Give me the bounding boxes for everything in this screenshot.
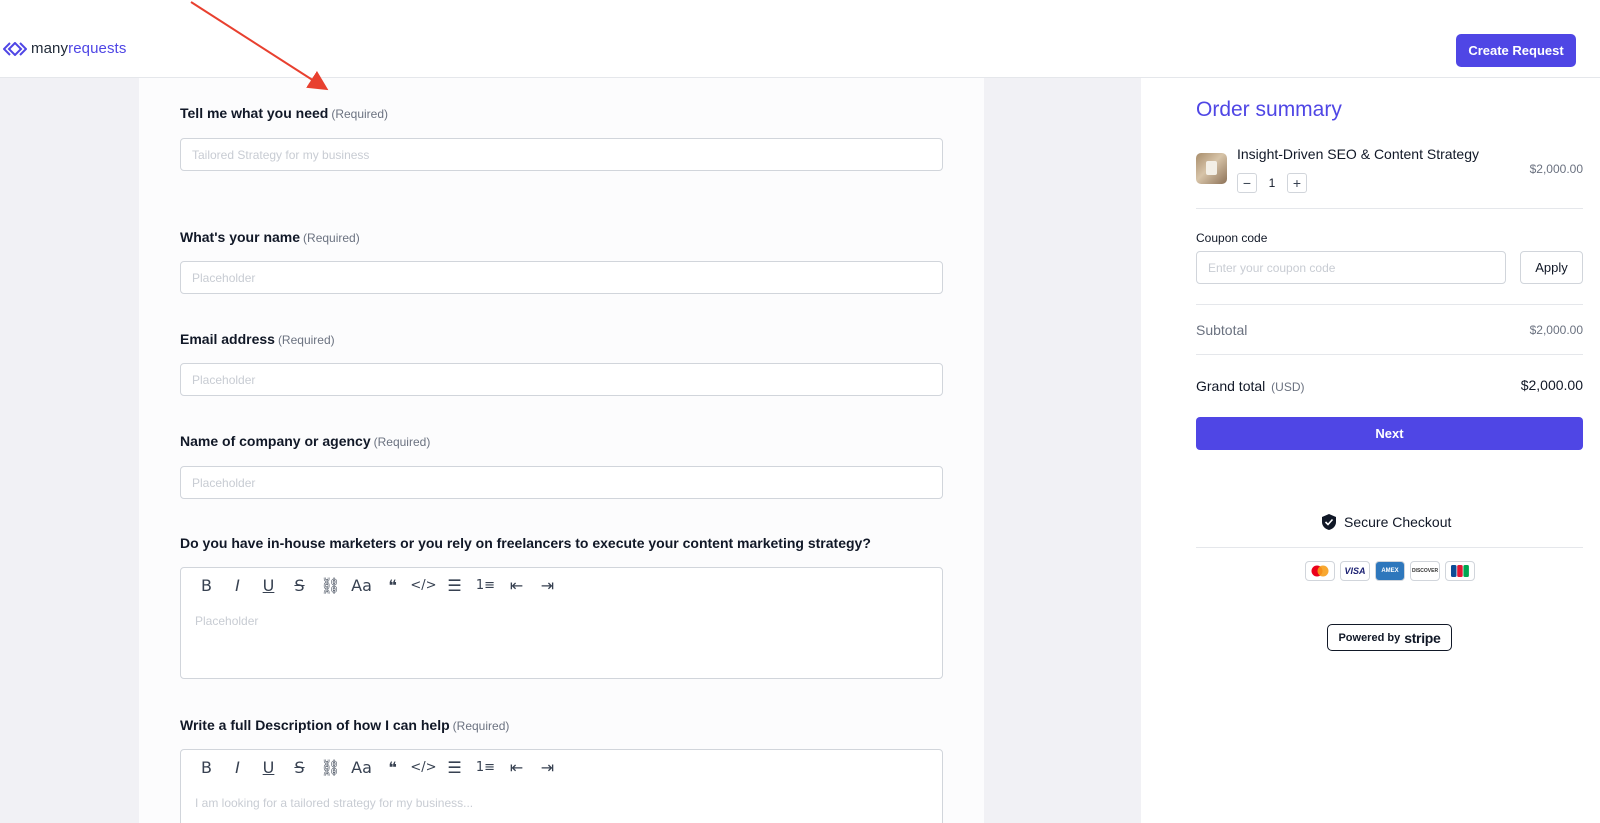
product-thumbnail <box>1196 153 1227 184</box>
logo-text: manyrequests <box>31 40 126 57</box>
jcb-icon <box>1445 561 1475 581</box>
editor-body[interactable]: Placeholder <box>181 602 942 640</box>
required-tag: (Required) <box>331 107 389 121</box>
marketers-editor[interactable]: B I U S ⛓ Aa ❝ </> ☰ 1≡ ⇤ ⇥ Placeholder <box>180 567 943 679</box>
need-input[interactable] <box>180 138 943 171</box>
coupon-label: Coupon code <box>1196 231 1268 245</box>
font-size-icon[interactable]: Aa <box>346 572 377 598</box>
field-label-company: Name of company or agency (Required) <box>180 433 430 449</box>
numbered-list-icon[interactable]: 1≡ <box>470 754 501 780</box>
underline-icon[interactable]: U <box>253 754 284 780</box>
grand-total-value: $2,000.00 <box>1520 377 1583 393</box>
required-tag: (Required) <box>303 231 360 245</box>
strikethrough-icon[interactable]: S <box>284 754 315 780</box>
next-button[interactable]: Next <box>1196 417 1583 450</box>
italic-icon[interactable]: I <box>222 754 253 780</box>
secure-checkout: Secure Checkout <box>1322 514 1451 530</box>
description-editor[interactable]: B I U S ⛓ Aa ❝ </> ☰ 1≡ ⇤ ⇥ I am looking… <box>180 749 943 823</box>
name-input[interactable] <box>180 261 943 294</box>
amex-icon: AMEX <box>1375 561 1405 581</box>
bullet-list-icon[interactable]: ☰ <box>439 754 470 780</box>
minus-icon[interactable]: − <box>1237 173 1257 193</box>
grand-total-text: Grand total <box>1196 378 1266 394</box>
create-request-button[interactable]: Create Request <box>1456 34 1576 67</box>
outdent-icon[interactable]: ⇤ <box>501 572 532 598</box>
logo-icon <box>3 41 27 56</box>
form-column <box>139 78 984 823</box>
field-label-description: Write a full Description of how I can he… <box>180 717 509 733</box>
plus-icon[interactable]: + <box>1287 173 1307 193</box>
field-label-marketers: Do you have in-house marketers or you re… <box>180 535 871 551</box>
underline-icon[interactable]: U <box>253 572 284 598</box>
coupon-input[interactable] <box>1196 251 1506 284</box>
company-input[interactable] <box>180 466 943 499</box>
subtotal-value: $2,000.00 <box>1529 323 1583 337</box>
link-icon[interactable]: ⛓ <box>315 572 346 598</box>
field-label-text: Email address <box>180 331 275 347</box>
logo[interactable]: manyrequests <box>3 40 126 57</box>
visa-icon: VISA <box>1340 561 1370 581</box>
payment-cards: VISA AMEX DISCOVER <box>1305 561 1475 581</box>
numbered-list-icon[interactable]: 1≡ <box>470 572 501 598</box>
indent-icon[interactable]: ⇥ <box>532 754 563 780</box>
secure-checkout-label: Secure Checkout <box>1344 514 1452 530</box>
currency-label: (USD) <box>1271 380 1305 394</box>
logo-text-part1: many <box>31 40 69 57</box>
bullet-list-icon[interactable]: ☰ <box>439 572 470 598</box>
field-label-name: What's your name (Required) <box>180 229 360 245</box>
quantity-stepper: − 1 + <box>1237 173 1307 193</box>
field-label-email: Email address (Required) <box>180 331 335 347</box>
divider <box>1196 547 1583 548</box>
logo-text-part2: requests <box>68 40 127 57</box>
indent-icon[interactable]: ⇥ <box>532 572 563 598</box>
field-label-text: What's your name <box>180 229 301 245</box>
editor-toolbar: B I U S ⛓ Aa ❝ </> ☰ 1≡ ⇤ ⇥ <box>181 568 942 602</box>
stripe-logo: stripe <box>1404 629 1441 646</box>
subtotal-label: Subtotal <box>1196 322 1248 338</box>
editor-body[interactable]: I am looking for a tailored strategy for… <box>181 784 942 822</box>
field-label-text: Name of company or agency <box>180 433 371 449</box>
required-tag: (Required) <box>277 333 335 347</box>
blockquote-icon[interactable]: ❝ <box>377 754 408 780</box>
blockquote-icon[interactable]: ❝ <box>377 572 408 598</box>
code-icon[interactable]: </> <box>408 572 439 598</box>
order-summary-title: Order summary <box>1196 98 1342 121</box>
product-name: Insight-Driven SEO & Content Strategy <box>1237 146 1479 162</box>
discover-icon: DISCOVER <box>1410 561 1440 581</box>
product-price: $2,000.00 <box>1529 162 1583 176</box>
outdent-icon[interactable]: ⇤ <box>501 754 532 780</box>
field-label-need: Tell me what you need (Required) <box>180 105 388 121</box>
mastercard-icon <box>1305 561 1335 581</box>
italic-icon[interactable]: I <box>222 572 253 598</box>
required-tag: (Required) <box>452 719 510 733</box>
required-tag: (Required) <box>373 435 431 449</box>
editor-toolbar: B I U S ⛓ Aa ❝ </> ☰ 1≡ ⇤ ⇥ <box>181 750 942 784</box>
order-summary-panel <box>1141 78 1600 823</box>
shield-check-icon <box>1322 514 1336 530</box>
divider <box>1196 304 1583 305</box>
strikethrough-icon[interactable]: S <box>284 572 315 598</box>
font-size-icon[interactable]: Aa <box>346 754 377 780</box>
field-label-text: Tell me what you need <box>180 105 329 121</box>
top-bar: manyrequests Create Request <box>0 0 1600 78</box>
quantity-value: 1 <box>1268 176 1276 190</box>
field-label-text: Do you have in-house marketers or you re… <box>180 535 871 551</box>
email-input[interactable] <box>180 363 943 396</box>
grand-total-label: Grand total (USD) <box>1196 378 1304 394</box>
divider <box>1196 354 1583 355</box>
bold-icon[interactable]: B <box>191 572 222 598</box>
powered-by-stripe-badge[interactable]: Powered by stripe <box>1327 624 1452 651</box>
code-icon[interactable]: </> <box>408 754 439 780</box>
divider <box>1196 208 1583 209</box>
powered-by-text: Powered by <box>1338 631 1401 644</box>
link-icon[interactable]: ⛓ <box>315 754 346 780</box>
field-label-text: Write a full Description of how I can he… <box>180 717 450 733</box>
bold-icon[interactable]: B <box>191 754 222 780</box>
apply-button[interactable]: Apply <box>1520 251 1583 284</box>
